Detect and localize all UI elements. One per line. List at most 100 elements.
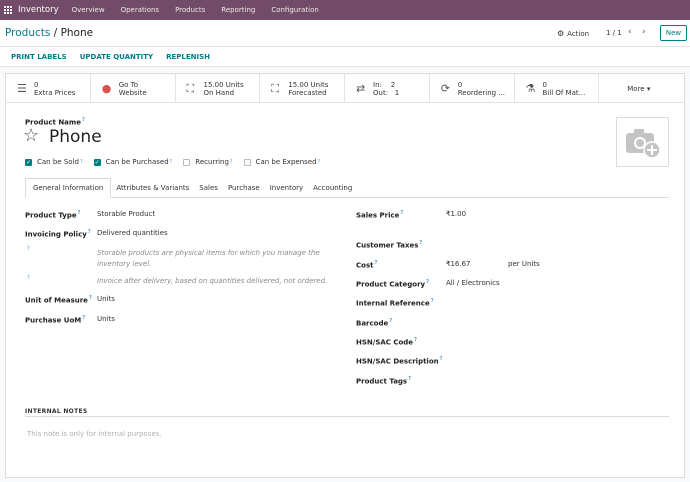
favorite-star-icon[interactable]: ☆ (23, 125, 39, 146)
help-tooltip-icon[interactable]: ? (27, 246, 30, 252)
help-tooltip-icon[interactable]: ? (414, 337, 417, 343)
can-be-purchased-checkbox[interactable]: ✓ Can be Purchased? (93, 158, 173, 166)
smart-button-reordering[interactable]: ⟳ 0 Reordering ... (430, 74, 515, 103)
help-tooltip-icon[interactable]: ? (80, 159, 83, 165)
help-tooltip-icon[interactable]: ? (426, 279, 429, 285)
smart-button-extra-prices[interactable]: ☰ 0 Extra Prices (6, 74, 91, 103)
barcode-label: Barcode? (356, 318, 392, 327)
cost-label: Cost? (356, 260, 377, 269)
list-icon: ☰ (17, 82, 27, 95)
breadcrumb-current: Phone (60, 27, 94, 39)
help-tooltip-icon[interactable]: ? (170, 159, 173, 165)
help-tooltip-icon[interactable]: ? (419, 240, 422, 246)
smart-label: Website (118, 89, 147, 97)
help-tooltip-icon[interactable]: ? (78, 210, 81, 216)
can-be-expensed-checkbox[interactable]: Can be Expensed? (243, 158, 321, 166)
smart-button-on-hand[interactable]: ⛶ 15.00 Units On Hand (176, 74, 261, 103)
tab-general-information[interactable]: General Information (25, 178, 112, 198)
apps-menu-icon[interactable] (3, 5, 13, 15)
smart-button-website[interactable]: ● Go To Website (91, 74, 176, 103)
form-tabs: General Information Attributes & Variant… (25, 178, 669, 198)
recurring-checkbox[interactable]: Recurring? (183, 158, 233, 166)
breadcrumb-products-link[interactable]: Products (5, 27, 50, 39)
product-name-field[interactable]: Phone (49, 127, 102, 147)
more-button[interactable]: More ▾ (599, 74, 684, 103)
globe-icon: ● (101, 82, 112, 95)
smart-button-bom[interactable]: ⚗ 0 Bill Of Mat... (515, 74, 600, 103)
help-tooltip-icon[interactable]: ? (88, 229, 91, 235)
smart-button-in-out[interactable]: ⇄ In: 2 Out: 1 (345, 74, 430, 103)
help-tooltip-icon[interactable]: ? (400, 210, 403, 216)
help-tooltip-icon[interactable]: ? (440, 356, 443, 362)
smart-button-row: ☰ 0 Extra Prices ● Go To Website ⛶ 15.00… (6, 74, 684, 103)
help-tooltip-icon[interactable]: ? (82, 117, 85, 123)
product-image[interactable] (616, 117, 669, 167)
new-button[interactable]: New (660, 25, 687, 41)
product-category-field[interactable]: All / Electronics (446, 279, 500, 287)
help-tooltip-icon[interactable]: ? (82, 315, 85, 321)
breadcrumb: Products / Phone (5, 27, 93, 39)
product-tags-label: Product Tags? (356, 376, 411, 385)
app-name[interactable]: Inventory (18, 5, 59, 15)
menu-configuration[interactable]: Configuration (271, 6, 318, 14)
menu-overview[interactable]: Overview (72, 6, 105, 14)
invoicing-policy-select[interactable]: Delivered quantities (97, 229, 168, 237)
menu-operations[interactable]: Operations (121, 6, 159, 14)
label-text: Product Type (25, 211, 77, 220)
help-tooltip-icon[interactable]: ? (89, 295, 92, 301)
smart-value: 15.00 Units (288, 81, 329, 89)
smart-label: Extra Prices (34, 89, 76, 97)
product-flags: ✓ Can be Sold? ✓ Can be Purchased? Recurri… (25, 158, 331, 166)
control-panel: Products / Phone ⚙ Action 1 / 1 ‹ › New (0, 20, 690, 47)
internal-reference-label: Internal Reference? (356, 298, 434, 307)
tab-inventory[interactable]: Inventory (265, 178, 308, 198)
tab-accounting[interactable]: Accounting (308, 178, 357, 198)
sales-price-field[interactable]: ₹1.00 (446, 210, 466, 218)
label-text: HSN/SAC Code (356, 338, 414, 347)
help-tooltip-icon[interactable]: ? (27, 275, 30, 281)
internal-notes-title: INTERNAL NOTES (25, 408, 88, 415)
help-tooltip-icon[interactable]: ? (230, 159, 233, 165)
can-be-sold-checkbox[interactable]: ✓ Can be Sold? (25, 158, 83, 166)
help-tooltip-icon[interactable]: ? (318, 159, 321, 165)
product-type-select[interactable]: Storable Product (97, 210, 155, 218)
help-tooltip-icon[interactable]: ? (374, 260, 377, 266)
checkbox-label: Can be Expensed (255, 158, 317, 166)
action-button[interactable]: ⚙ Action (557, 29, 589, 38)
label-text: Sales Price (356, 211, 400, 220)
replenish-button[interactable]: REPLENISH (166, 53, 210, 61)
checkbox-checked-icon: ✓ (93, 158, 101, 166)
tab-attributes-variants[interactable]: Attributes & Variants (111, 178, 194, 198)
smart-label: Forecasted (288, 89, 327, 97)
customer-taxes-label: Customer Taxes? (356, 240, 422, 249)
form-sheet: ☰ 0 Extra Prices ● Go To Website ⛶ 15.00… (5, 73, 685, 478)
menu-products[interactable]: Products (175, 6, 205, 14)
help-tooltip-icon[interactable]: ? (389, 318, 392, 324)
smart-button-forecasted[interactable]: ⛶ 15.00 Units Forecasted (260, 74, 345, 103)
internal-notes-editor[interactable]: This note is only for internal purposes. (27, 430, 162, 438)
tab-sales[interactable]: Sales (194, 178, 223, 198)
help-tooltip-icon[interactable]: ? (431, 298, 434, 304)
pager-previous-icon[interactable]: ‹ (628, 27, 632, 37)
label-text: Cost (356, 261, 374, 270)
smart-label: Reordering ... (457, 89, 505, 97)
product-type-help: Storable products are physical items for… (97, 249, 320, 268)
update-quantity-button[interactable]: UPDATE QUANTITY (80, 53, 153, 61)
print-labels-button[interactable]: PRINT LABELS (11, 53, 67, 61)
pager-next-icon[interactable]: › (642, 27, 646, 37)
menu-reporting[interactable]: Reporting (221, 6, 255, 14)
smart-value: In: 2 (373, 81, 396, 89)
cost-field[interactable]: ₹16.67 (446, 260, 471, 268)
checkbox-label: Can be Purchased (105, 158, 169, 166)
label-text: Internal Reference (356, 299, 430, 308)
help-tooltip-icon[interactable]: ? (408, 376, 411, 382)
purchase-uom-field[interactable]: Units (97, 315, 115, 323)
pager-value[interactable]: 1 / 1 (606, 29, 622, 37)
unit-of-measure-field[interactable]: Units (97, 295, 115, 303)
more-text: More (627, 85, 645, 93)
tab-purchase[interactable]: Purchase (223, 178, 265, 198)
smart-label: Bill Of Mat... (542, 89, 586, 97)
cost-unit: per Units (508, 260, 540, 268)
breadcrumb-separator: / (50, 27, 61, 39)
label-text: Product Tags (356, 377, 408, 386)
